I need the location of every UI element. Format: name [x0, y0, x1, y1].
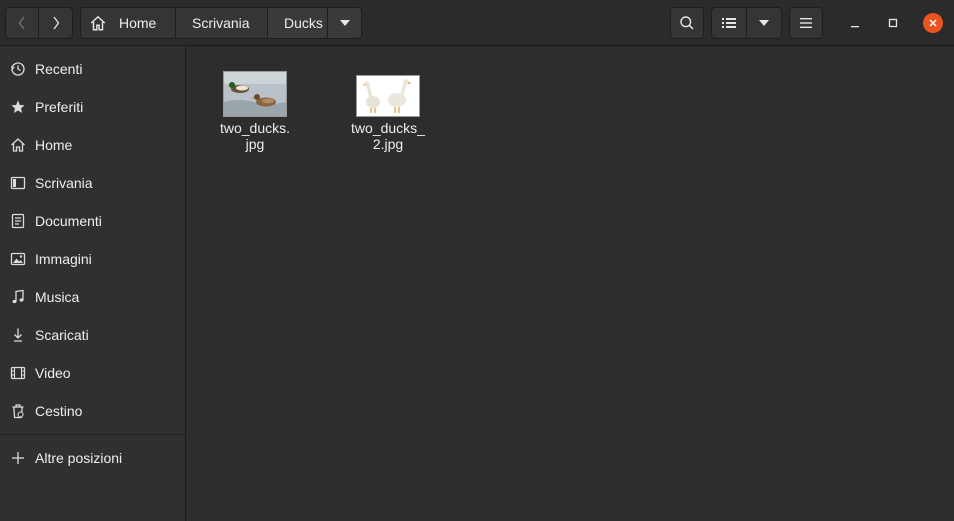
close-icon: [929, 19, 937, 27]
sidebar-item-label: Video: [35, 365, 71, 381]
breadcrumb: Home Scrivania Ducks: [80, 7, 362, 39]
file-view: two_ducks. jpg two_ducks_ 2.jpg: [186, 47, 954, 521]
document-icon: [10, 213, 26, 229]
sidebar-item-scrivania[interactable]: Scrivania: [0, 164, 185, 202]
breadcrumb-scrivania[interactable]: Scrivania: [176, 7, 268, 39]
list-view-icon: [722, 18, 736, 28]
chevron-left-icon: [18, 16, 25, 30]
minimize-icon: [851, 26, 859, 28]
back-button[interactable]: [5, 7, 39, 39]
triangle-down-icon: [339, 20, 350, 26]
header-bar: Home Scrivania Ducks: [0, 0, 954, 46]
file-thumbnail: [356, 75, 420, 117]
triangle-down-icon: [759, 20, 769, 26]
file-item[interactable]: two_ducks. jpg: [210, 71, 300, 152]
search-icon: [680, 16, 694, 30]
star-icon: [10, 99, 26, 115]
video-icon: [10, 365, 26, 381]
desktop-icon: [10, 175, 26, 191]
sidebar-separator: [0, 434, 185, 435]
sidebar-item-video[interactable]: Video: [0, 354, 185, 392]
sidebar-item-scaricati[interactable]: Scaricati: [0, 316, 185, 354]
sidebar-item-home[interactable]: Home: [0, 126, 185, 164]
breadcrumb-scrivania-label: Scrivania: [192, 15, 250, 31]
sidebar-item-immagini[interactable]: Immagini: [0, 240, 185, 278]
search-button[interactable]: [670, 7, 704, 39]
sidebar-item-label: Preferiti: [35, 99, 84, 115]
breadcrumb-ducks[interactable]: Ducks: [268, 7, 328, 39]
main-menu-button[interactable]: [789, 7, 823, 39]
breadcrumb-menu-button[interactable]: [328, 7, 362, 39]
home-icon: [90, 15, 106, 31]
sidebar-item-label: Scrivania: [35, 175, 93, 191]
sidebar-item-label: Cestino: [35, 403, 83, 419]
chevron-right-icon: [52, 16, 59, 30]
sidebar-item-label: Immagini: [35, 251, 92, 267]
sidebar-item-label: Altre posizioni: [35, 450, 123, 466]
sidebar-item-altre-posizioni[interactable]: Altre posizioni: [0, 439, 185, 477]
ducks-photo-thumbnail: [224, 72, 286, 116]
download-icon: [10, 327, 26, 343]
view-toggle-button[interactable]: [711, 7, 747, 39]
trash-icon: [10, 403, 26, 419]
file-name: two_ducks. jpg: [219, 120, 291, 152]
sidebar-item-label: Musica: [35, 289, 80, 305]
sidebar-item-label: Home: [35, 137, 73, 153]
forward-button[interactable]: [38, 7, 73, 39]
sidebar-item-cestino[interactable]: Cestino: [0, 392, 185, 430]
sidebar: Recenti Preferiti Home Scrivania Documen…: [0, 46, 186, 521]
sidebar-item-documenti[interactable]: Documenti: [0, 202, 185, 240]
sidebar-item-label: Recenti: [35, 61, 83, 77]
sidebar-item-label: Scaricati: [35, 327, 89, 343]
breadcrumb-home-label: Home: [119, 15, 157, 31]
sidebar-item-preferiti[interactable]: Preferiti: [0, 88, 185, 126]
clock-icon: [10, 61, 26, 77]
breadcrumb-ducks-label: Ducks: [284, 15, 323, 31]
maximize-button[interactable]: [880, 10, 906, 36]
plus-icon: [10, 450, 26, 466]
breadcrumb-home[interactable]: Home: [80, 7, 176, 39]
music-icon: [10, 289, 26, 305]
minimize-button[interactable]: [842, 10, 868, 36]
file-thumbnail: [223, 71, 287, 117]
sidebar-item-musica[interactable]: Musica: [0, 278, 185, 316]
view-options-button[interactable]: [746, 7, 782, 39]
maximize-icon: [888, 18, 898, 28]
hamburger-menu-icon: [800, 18, 812, 28]
file-name: two_ducks_ 2.jpg: [351, 120, 425, 152]
file-item[interactable]: two_ducks_ 2.jpg: [343, 75, 433, 152]
close-button[interactable]: [923, 13, 943, 33]
sidebar-item-label: Documenti: [35, 213, 102, 229]
sidebar-item-recenti[interactable]: Recenti: [0, 50, 185, 88]
home-icon: [10, 137, 26, 153]
geese-photo-thumbnail: [357, 76, 419, 116]
image-icon: [10, 251, 26, 267]
